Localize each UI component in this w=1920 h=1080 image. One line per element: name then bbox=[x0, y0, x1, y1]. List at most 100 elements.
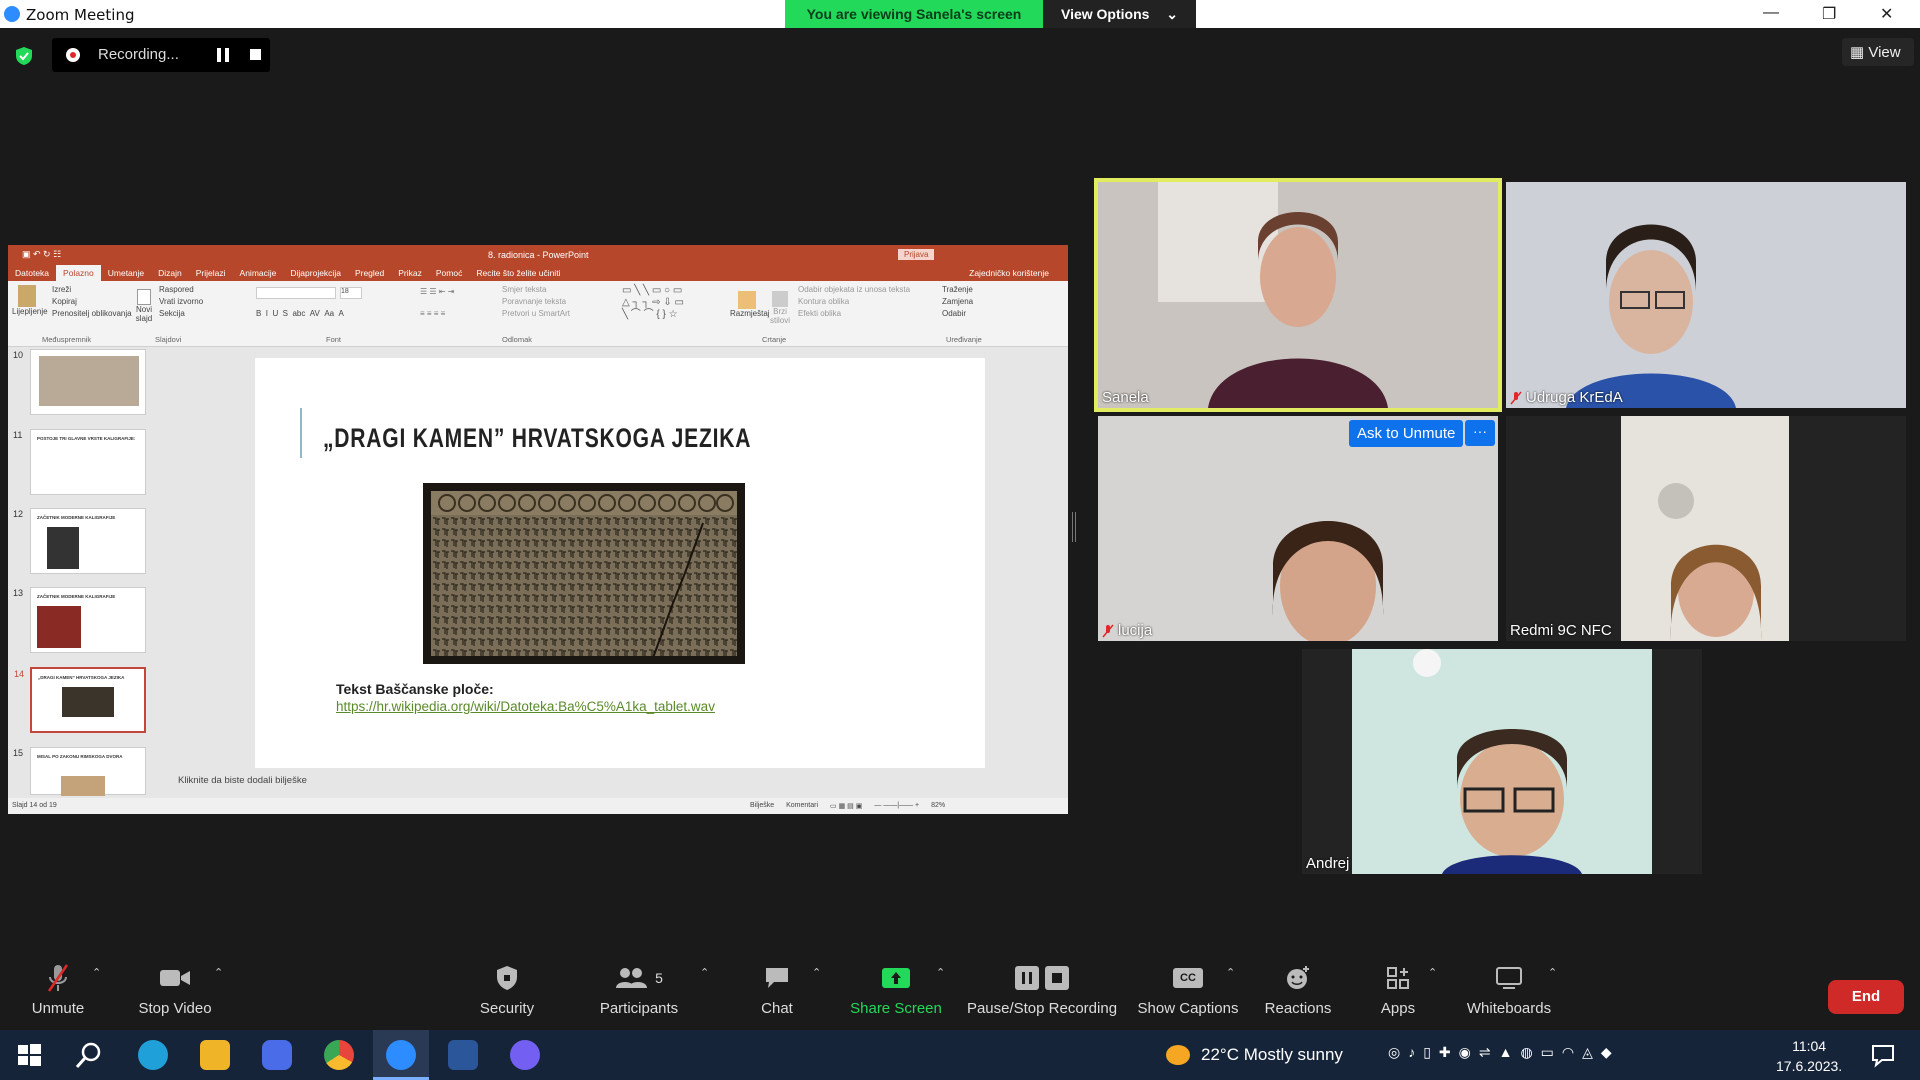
share-caret-icon[interactable]: ⌃ bbox=[936, 966, 945, 979]
list-buttons[interactable]: ☰ ☰ ⇤ ⇥ bbox=[420, 287, 454, 296]
apps-caret-icon[interactable]: ⌃ bbox=[1428, 966, 1437, 979]
weather-widget[interactable]: 22°C Mostly sunny bbox=[1166, 1044, 1343, 1066]
arrange-button[interactable]: Razmještaj bbox=[730, 291, 770, 318]
ppt-tab[interactable]: Dizajn bbox=[151, 268, 189, 278]
minimize-button[interactable]: — bbox=[1763, 4, 1779, 22]
search-icon[interactable] bbox=[74, 1040, 104, 1070]
split-view-handle[interactable] bbox=[1072, 512, 1076, 542]
reactions-button[interactable]: Reactions bbox=[1258, 960, 1338, 1017]
ppt-tab[interactable]: Dijaprojekcija bbox=[283, 268, 348, 278]
quick-styles-button[interactable]: Brzi stilovi bbox=[768, 291, 792, 325]
chat-caret-icon[interactable]: ⌃ bbox=[812, 966, 821, 979]
apps-button[interactable]: Apps bbox=[1366, 960, 1430, 1017]
video-tile-udruga-kreda[interactable]: Udruga KrEdA bbox=[1506, 182, 1906, 408]
slide-hyperlink[interactable]: https://hr.wikipedia.org/wiki/Datoteka:B… bbox=[336, 699, 715, 714]
slide-thumbnail-selected[interactable]: 14 „DRAGI KAMEN” HRVATSKOGA JEZIKA bbox=[14, 667, 146, 733]
notes-placeholder[interactable]: Kliknite da biste dodali bilješke bbox=[178, 775, 307, 786]
video-options-caret-icon[interactable]: ⌃ bbox=[214, 966, 223, 979]
shape-fill-button[interactable]: Odabir objekata iz unosa teksta bbox=[798, 285, 910, 297]
close-button[interactable]: ✕ bbox=[1880, 4, 1893, 24]
ask-to-unmute-button[interactable]: Ask to Unmute bbox=[1349, 420, 1464, 447]
participants-button[interactable]: 5 Participants bbox=[592, 960, 686, 1017]
align-text-button[interactable]: Poravnanje teksta bbox=[502, 297, 570, 309]
ppt-tab[interactable]: Prijelazi bbox=[189, 268, 233, 278]
stop-video-button[interactable]: Stop Video bbox=[130, 960, 220, 1017]
pause-stop-recording-button[interactable]: Pause/Stop Recording bbox=[964, 960, 1120, 1017]
format-painter-button[interactable]: Prenositelj oblikovanja bbox=[52, 309, 132, 321]
unmute-button[interactable]: Unmute bbox=[16, 960, 100, 1017]
chat-button[interactable]: Chat bbox=[752, 960, 802, 1017]
view-button[interactable]: ▦ View bbox=[1842, 38, 1914, 66]
show-captions-button[interactable]: CC Show Captions bbox=[1136, 960, 1240, 1017]
shapes-gallery[interactable]: ▭ ╲ ╲ ▭ ○ ▭ △ ┐ ┐ ⇨ ⇩ ▭ ╲ ⌒ ⌒ { } ☆ bbox=[622, 285, 684, 321]
tile-more-button[interactable]: ··· bbox=[1465, 420, 1495, 446]
select-button[interactable]: Odabir bbox=[942, 309, 1022, 321]
whiteboards-caret-icon[interactable]: ⌃ bbox=[1548, 966, 1557, 979]
ppt-login-button[interactable]: Prijava bbox=[898, 249, 935, 260]
slide-thumbnail[interactable]: 12 ZAČETNIK MODERNE KALIGRAFIJE bbox=[13, 508, 146, 574]
video-tile-sanela[interactable]: Sanela bbox=[1094, 178, 1502, 412]
slide-thumbnail[interactable]: 15 MISAL PO ZAKONU RIMSKOGA DVORA bbox=[13, 747, 146, 796]
system-tray-icons[interactable]: ◎♪▯✚◉⇌▲◍▭◠◬◆ bbox=[1388, 1044, 1620, 1061]
captions-caret-icon[interactable]: ⌃ bbox=[1226, 966, 1235, 979]
view-buttons[interactable]: ▭ ▦ ▤ ▣ bbox=[830, 802, 862, 810]
thumbnail-scrollbar[interactable] bbox=[163, 347, 171, 794]
copy-button[interactable]: Kopiraj bbox=[52, 297, 132, 309]
file-explorer-icon[interactable] bbox=[200, 1040, 230, 1070]
ppt-tab[interactable]: Pregled bbox=[348, 268, 391, 278]
ppt-tab[interactable]: Animacije bbox=[233, 268, 284, 278]
paste-button[interactable]: Lijepljenje bbox=[12, 285, 48, 316]
shape-effects-button[interactable]: Efekti oblika bbox=[798, 309, 910, 321]
section-button[interactable]: Sekcija bbox=[159, 309, 203, 321]
video-tile-lucija[interactable]: lucija bbox=[1098, 416, 1498, 641]
ppt-tab-active[interactable]: Polazno bbox=[56, 265, 101, 281]
pause-recording-icon[interactable] bbox=[217, 48, 229, 62]
zoom-slider[interactable]: — ——|—— + bbox=[874, 802, 919, 810]
viber-app-icon[interactable] bbox=[510, 1040, 540, 1070]
chrome-browser-icon[interactable] bbox=[324, 1040, 354, 1070]
zoom-taskbar-item[interactable] bbox=[373, 1030, 429, 1080]
view-options-button[interactable]: View Options ⌄ bbox=[1043, 0, 1196, 28]
layout-button[interactable]: Raspored bbox=[159, 285, 203, 297]
replace-button[interactable]: Zamjena bbox=[942, 297, 1022, 309]
ppt-tab[interactable]: Prikaz bbox=[391, 268, 429, 278]
ppt-share-button[interactable]: Zajedničko korištenje bbox=[962, 268, 1056, 278]
new-slide-button[interactable]: Novi slajd bbox=[133, 289, 155, 323]
document-app-icon[interactable] bbox=[448, 1040, 478, 1070]
video-tile-andrej[interactable]: Andrej bbox=[1302, 649, 1702, 874]
slide-thumbnail[interactable]: 13 ZAČETNIK MODERNE KALIGRAFIJE bbox=[13, 587, 146, 653]
participants-caret-icon[interactable]: ⌃ bbox=[700, 966, 709, 979]
save-icon[interactable]: ▣ ↶ ↻ ☷ bbox=[22, 249, 61, 260]
ppt-tab[interactable]: Pomoć bbox=[429, 268, 469, 278]
shape-outline-button[interactable]: Kontura oblika bbox=[798, 297, 910, 309]
ppt-tab[interactable]: Umetanje bbox=[101, 268, 151, 278]
edge-browser-icon[interactable] bbox=[138, 1040, 168, 1070]
current-slide[interactable]: „DRAGI KAMEN” HRVATSKOGA JEZIKA Tekst Ba… bbox=[255, 358, 985, 768]
text-direction-button[interactable]: Smjer teksta bbox=[502, 285, 570, 297]
copilot-app-icon[interactable] bbox=[262, 1040, 292, 1070]
slide-thumbnail[interactable]: 11 POSTOJE TRI GLAVNE VRSTE KALIGRAFIJE: bbox=[13, 429, 146, 495]
security-button[interactable]: Security bbox=[470, 960, 544, 1017]
audio-options-caret-icon[interactable]: ⌃ bbox=[92, 966, 101, 979]
font-size-field[interactable]: 18 bbox=[340, 287, 362, 299]
restore-button[interactable]: ❐ bbox=[1822, 4, 1836, 24]
cut-button[interactable]: Izreži bbox=[52, 285, 132, 297]
align-buttons[interactable]: ≡ ≡ ≡ ≡ bbox=[420, 309, 445, 318]
share-screen-button[interactable]: Share Screen bbox=[846, 960, 946, 1017]
zoom-level[interactable]: 82% bbox=[931, 802, 945, 810]
font-name-field[interactable] bbox=[256, 287, 336, 299]
shield-icon[interactable] bbox=[15, 46, 33, 66]
windows-start-icon[interactable] bbox=[14, 1040, 44, 1070]
taskbar-clock[interactable]: 11:04 17.6.2023. bbox=[1776, 1036, 1842, 1076]
whiteboards-button[interactable]: Whiteboards bbox=[1460, 960, 1558, 1017]
stop-recording-icon[interactable] bbox=[250, 49, 261, 60]
slide-thumbnail[interactable]: 10 bbox=[13, 349, 146, 415]
smartart-button[interactable]: Pretvori u SmartArt bbox=[502, 309, 570, 321]
notes-toggle[interactable]: Bilješke bbox=[750, 802, 774, 810]
reset-button[interactable]: Vrati izvorno bbox=[159, 297, 203, 309]
notifications-icon[interactable] bbox=[1868, 1040, 1898, 1070]
font-format-buttons[interactable]: B I U S abc AV Aa A bbox=[256, 309, 344, 318]
end-meeting-button[interactable]: End bbox=[1828, 980, 1904, 1014]
comments-toggle[interactable]: Komentari bbox=[786, 802, 818, 810]
ppt-tell-me[interactable]: Recite što želite učiniti bbox=[469, 268, 567, 278]
